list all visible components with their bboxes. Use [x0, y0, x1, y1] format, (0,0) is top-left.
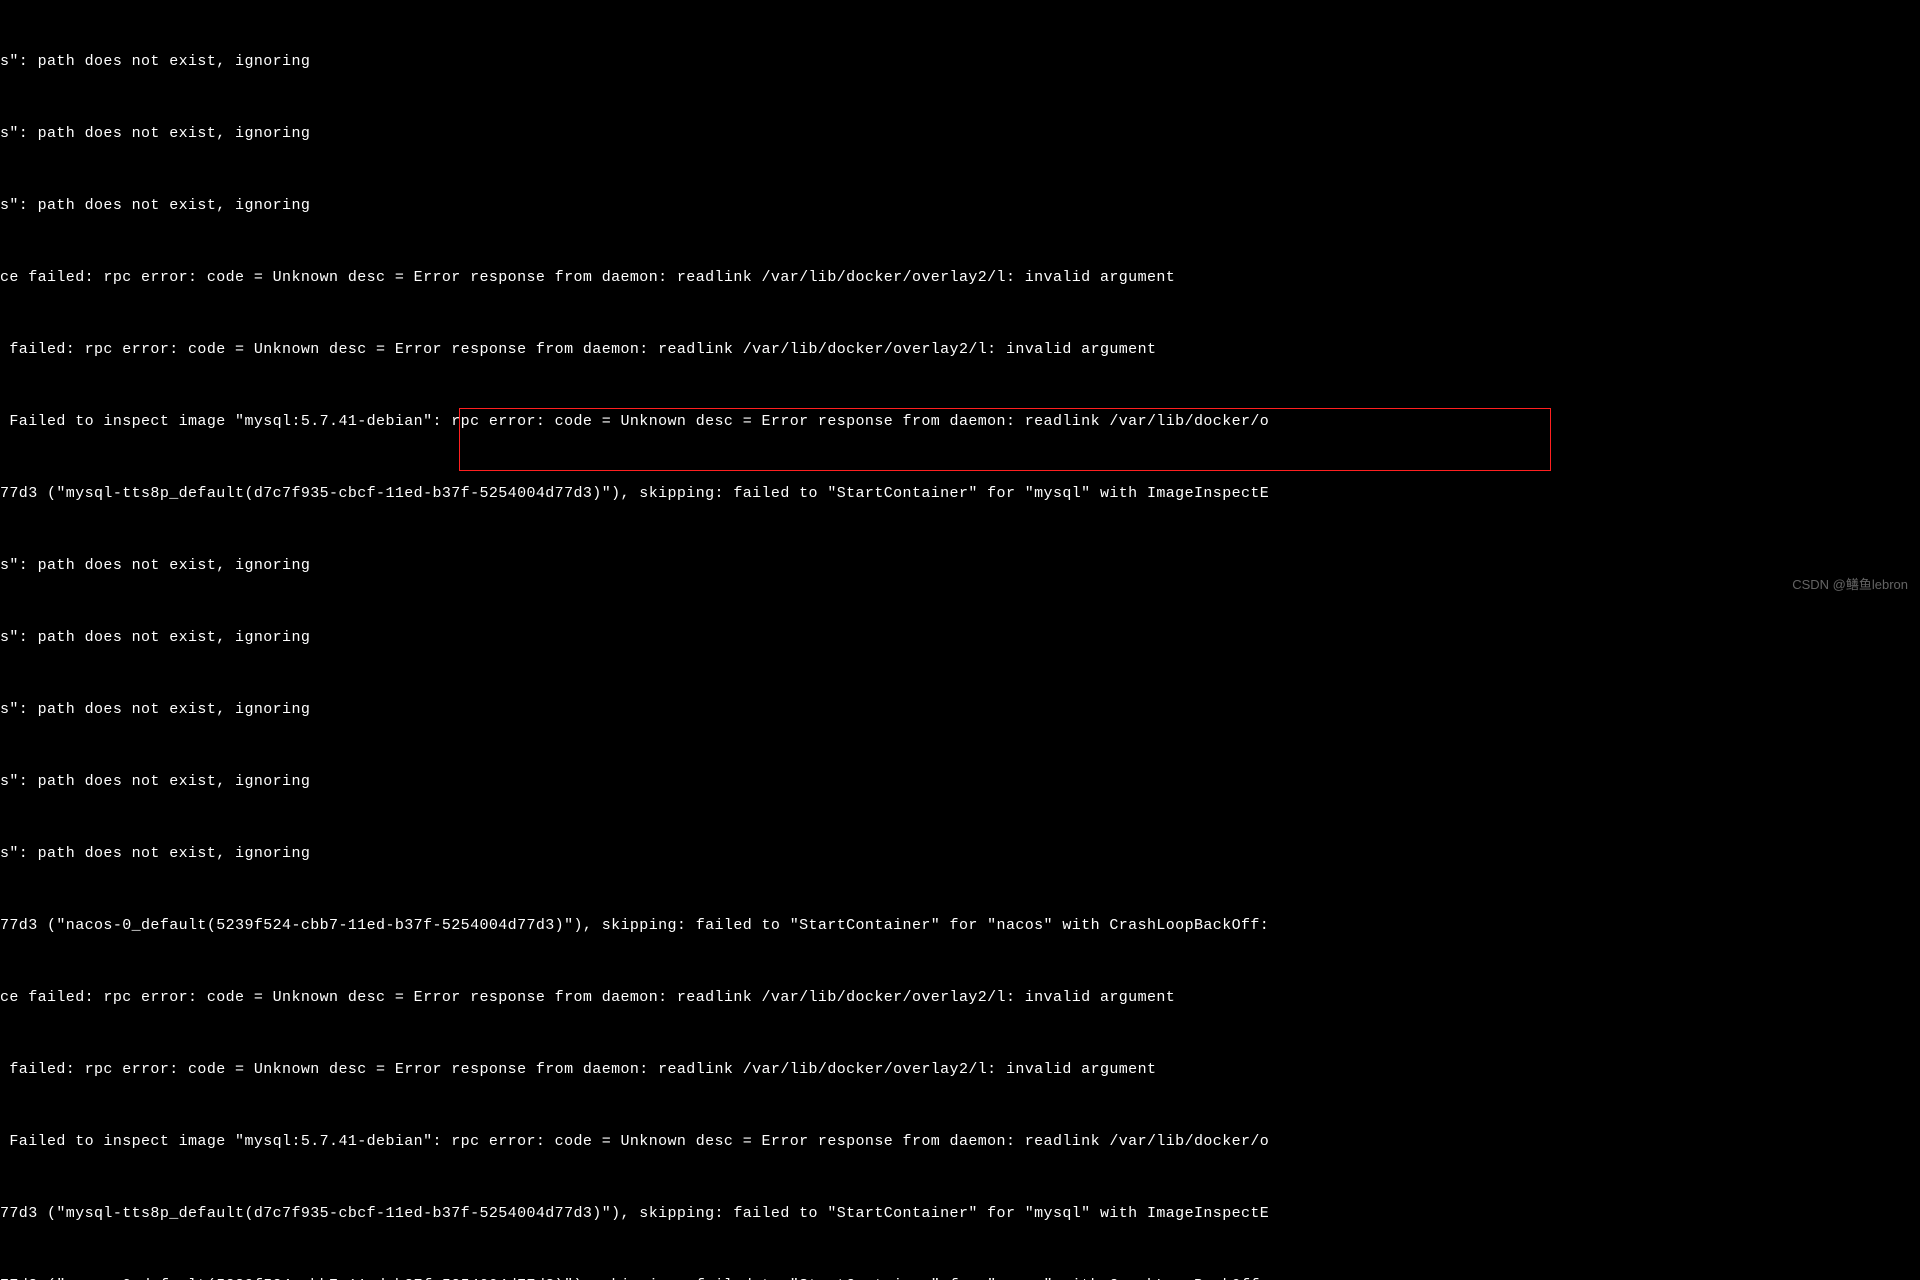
log-line: s": path does not exist, ignoring: [0, 842, 1920, 866]
log-line: Failed to inspect image "mysql:5.7.41-de…: [0, 1130, 1920, 1154]
log-line: s": path does not exist, ignoring: [0, 194, 1920, 218]
log-line: failed: rpc error: code = Unknown desc =…: [0, 338, 1920, 362]
log-line: ce failed: rpc error: code = Unknown des…: [0, 266, 1920, 290]
log-line: 77d3 ("mysql-tts8p_default(d7c7f935-cbcf…: [0, 482, 1920, 506]
log-line: s": path does not exist, ignoring: [0, 698, 1920, 722]
log-line: s": path does not exist, ignoring: [0, 554, 1920, 578]
log-line: 77d3 ("nacos-0_default(5239f524-cbb7-11e…: [0, 1274, 1920, 1280]
log-line: s": path does not exist, ignoring: [0, 626, 1920, 650]
terminal-output: s": path does not exist, ignoring s": pa…: [0, 2, 1920, 1280]
log-line: 77d3 ("nacos-0_default(5239f524-cbb7-11e…: [0, 914, 1920, 938]
log-line: s": path does not exist, ignoring: [0, 122, 1920, 146]
log-line: s": path does not exist, ignoring: [0, 50, 1920, 74]
log-line: 77d3 ("mysql-tts8p_default(d7c7f935-cbcf…: [0, 1202, 1920, 1226]
log-line: ce failed: rpc error: code = Unknown des…: [0, 986, 1920, 1010]
log-line: Failed to inspect image "mysql:5.7.41-de…: [0, 410, 1920, 434]
log-line: s": path does not exist, ignoring: [0, 770, 1920, 794]
log-line: failed: rpc error: code = Unknown desc =…: [0, 1058, 1920, 1082]
